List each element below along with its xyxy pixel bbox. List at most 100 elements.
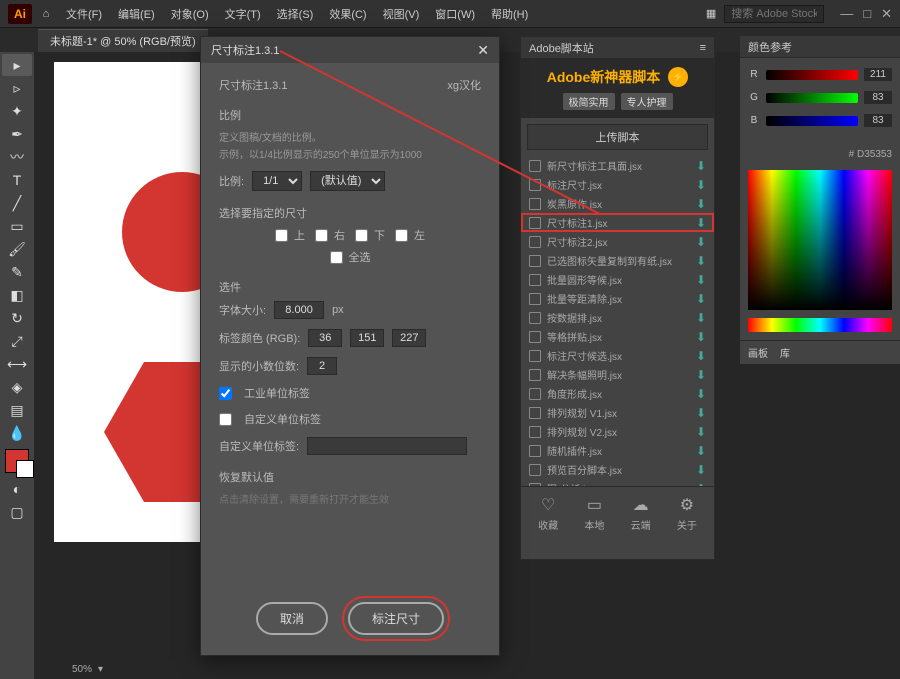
home-icon[interactable]: ⌂ <box>36 4 56 24</box>
gradient-tool[interactable]: ▤ <box>2 399 32 421</box>
b-value[interactable]: 83 <box>864 114 892 127</box>
pen-tool[interactable]: ✒ <box>2 123 32 145</box>
magic-wand-tool[interactable]: ✦ <box>2 100 32 122</box>
color-picker[interactable] <box>748 170 892 310</box>
ok-button[interactable]: 标注尺寸 <box>348 602 444 635</box>
menu-view[interactable]: 视图(V) <box>377 4 426 24</box>
scale-select[interactable]: 1/1 <box>252 171 302 191</box>
chk-all[interactable] <box>330 251 343 264</box>
script-list[interactable]: 新尺寸标注工具面.jsx⬇标注尺寸.jsx⬇炭黑原作.jsx⬇尺寸标注1.jsx… <box>521 156 714 486</box>
font-size-input[interactable] <box>274 301 324 319</box>
search-input[interactable] <box>724 5 824 23</box>
zoom-level[interactable]: 50% <box>72 664 92 675</box>
maximize-icon[interactable]: □ <box>863 6 871 22</box>
download-icon[interactable]: ⬇ <box>696 197 706 211</box>
document-tab[interactable]: 未标题-1* @ 50% (RGB/预览) <box>38 29 208 52</box>
color-b-input[interactable] <box>392 329 426 347</box>
minimize-icon[interactable]: — <box>840 6 853 22</box>
panel-menu-icon[interactable]: ≡ <box>700 42 706 54</box>
download-icon[interactable]: ⬇ <box>696 387 706 401</box>
width-tool[interactable]: ⟷ <box>2 353 32 375</box>
draw-mode-icon[interactable]: ◐ <box>2 478 32 500</box>
selection-tool[interactable]: ▸ <box>2 54 32 76</box>
cancel-button[interactable]: 取消 <box>256 602 328 635</box>
curvature-tool[interactable]: 〰 <box>2 146 32 168</box>
download-icon[interactable]: ⬇ <box>696 216 706 230</box>
g-slider[interactable] <box>766 93 858 103</box>
arrange-icon[interactable]: ▦ <box>706 7 716 20</box>
script-item[interactable]: 排列规划 V2.jsx⬇ <box>521 422 714 441</box>
close-icon[interactable]: ✕ <box>881 6 892 22</box>
footer-fav[interactable]: ♡收藏 <box>538 495 558 532</box>
script-item[interactable]: 解决条幅照明.jsx⬇ <box>521 365 714 384</box>
download-icon[interactable]: ⬇ <box>696 235 706 249</box>
custom-unit-input[interactable] <box>307 437 467 455</box>
menu-text[interactable]: 文字(T) <box>219 4 267 24</box>
hue-slider[interactable] <box>748 318 892 332</box>
script-item[interactable]: 已选图标矢量复制到有纸.jsx⬇ <box>521 251 714 270</box>
footer-about[interactable]: ⚙关于 <box>677 495 697 532</box>
script-item[interactable]: 角度形成.jsx⬇ <box>521 384 714 403</box>
script-item[interactable]: 批量等距清除.jsx⬇ <box>521 289 714 308</box>
chk-industrial[interactable] <box>219 387 232 400</box>
download-icon[interactable]: ⬇ <box>696 273 706 287</box>
eraser-tool[interactable]: ◧ <box>2 284 32 306</box>
script-item[interactable]: 标注尺寸.jsx⬇ <box>521 175 714 194</box>
download-icon[interactable]: ⬇ <box>696 368 706 382</box>
download-icon[interactable]: ⬇ <box>696 159 706 173</box>
menu-window[interactable]: 窗口(W) <box>429 4 481 24</box>
zoom-dropdown-icon[interactable]: ▾ <box>98 664 103 675</box>
hex-value[interactable]: D35353 <box>857 149 892 160</box>
download-icon[interactable]: ⬇ <box>696 292 706 306</box>
chk-bottom[interactable] <box>355 229 368 242</box>
download-icon[interactable]: ⬇ <box>696 406 706 420</box>
script-item[interactable]: 尺寸标注2.jsx⬇ <box>521 232 714 251</box>
download-icon[interactable]: ⬇ <box>696 349 706 363</box>
dialog-close-icon[interactable]: ✕ <box>477 42 489 59</box>
footer-local[interactable]: ▭本地 <box>584 495 604 532</box>
menu-file[interactable]: 文件(F) <box>60 4 108 24</box>
script-item[interactable]: 标注尺寸候选.jsx⬇ <box>521 346 714 365</box>
brush-tool[interactable]: 🖌 <box>2 238 32 260</box>
menu-edit[interactable]: 编辑(E) <box>112 4 161 24</box>
line-tool[interactable]: ╱ <box>2 192 32 214</box>
rotate-tool[interactable]: ↻ <box>2 307 32 329</box>
script-item[interactable]: 预览百分脚本.jsx⬇ <box>521 460 714 479</box>
scale-default-select[interactable]: (默认值) <box>310 171 385 191</box>
direct-select-tool[interactable]: ▹ <box>2 77 32 99</box>
download-icon[interactable]: ⬇ <box>696 254 706 268</box>
eyedropper-tool[interactable]: 💧 <box>2 422 32 444</box>
download-icon[interactable]: ⬇ <box>696 444 706 458</box>
download-icon[interactable]: ⬇ <box>696 178 706 192</box>
chk-custom[interactable] <box>219 413 232 426</box>
menu-object[interactable]: 对象(O) <box>165 4 215 24</box>
scale-tool[interactable]: ⤢ <box>2 330 32 352</box>
script-item[interactable]: 随机插件.jsx⬇ <box>521 441 714 460</box>
script-item[interactable]: 新尺寸标注工具面.jsx⬇ <box>521 156 714 175</box>
script-item[interactable]: 炭黑原作.jsx⬇ <box>521 194 714 213</box>
footer-cloud[interactable]: ☁云端 <box>631 495 651 532</box>
download-icon[interactable]: ⬇ <box>696 330 706 344</box>
r-value[interactable]: 211 <box>864 68 892 81</box>
type-tool[interactable]: T <box>2 169 32 191</box>
shaper-tool[interactable]: ✎ <box>2 261 32 283</box>
chk-left[interactable] <box>395 229 408 242</box>
r-slider[interactable] <box>766 70 858 80</box>
menu-select[interactable]: 选择(S) <box>271 4 320 24</box>
download-icon[interactable]: ⬇ <box>696 311 706 325</box>
download-icon[interactable]: ⬇ <box>696 425 706 439</box>
upload-button[interactable]: 上传脚本 <box>527 124 708 150</box>
screen-mode-icon[interactable]: ▢ <box>2 501 32 523</box>
color-g-input[interactable] <box>350 329 384 347</box>
script-item[interactable]: 批量圆形等候.jsx⬇ <box>521 270 714 289</box>
rectangle-tool[interactable]: ▭ <box>2 215 32 237</box>
swatches-tab[interactable]: 画板 <box>748 345 768 360</box>
download-icon[interactable]: ⬇ <box>696 482 706 487</box>
script-item[interactable]: 等格拼贴.jsx⬇ <box>521 327 714 346</box>
library-tab[interactable]: 库 <box>780 345 790 360</box>
decimals-input[interactable] <box>307 357 337 375</box>
script-item[interactable]: 按数据排.jsx⬇ <box>521 308 714 327</box>
download-icon[interactable]: ⬇ <box>696 463 706 477</box>
b-slider[interactable] <box>766 116 858 126</box>
menu-help[interactable]: 帮助(H) <box>485 4 534 24</box>
